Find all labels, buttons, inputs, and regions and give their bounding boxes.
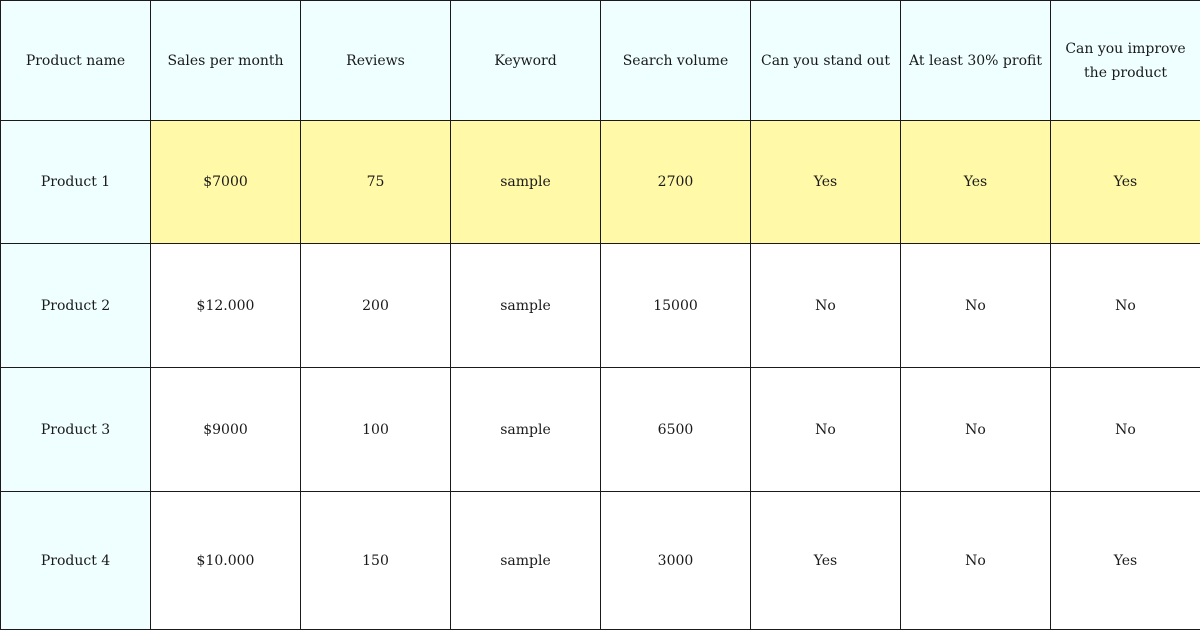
- reviews-cell: 75: [300, 120, 451, 244]
- product-name-cell: Product 2: [0, 243, 151, 368]
- profit-cell: Yes: [900, 120, 1051, 244]
- sales-cell: $9000: [150, 367, 301, 492]
- header-keyword: Keyword: [450, 0, 601, 121]
- keyword-cell: sample: [450, 367, 601, 492]
- table-row: Product 3 $9000 100 sample 6500 No No No: [0, 367, 1200, 492]
- header-search-volume: Search volume: [600, 0, 751, 121]
- keyword-cell: sample: [450, 243, 601, 368]
- header-sales-per-month: Sales per month: [150, 0, 301, 121]
- product-name-cell: Product 3: [0, 367, 151, 492]
- profit-cell: No: [900, 491, 1051, 630]
- header-can-you-stand-out: Can you stand out: [750, 0, 901, 121]
- stand-out-cell: No: [750, 367, 901, 492]
- search-volume-cell: 15000: [600, 243, 751, 368]
- header-at-least-30-profit: At least 30% profit: [900, 0, 1051, 121]
- table-row: Product 4 $10.000 150 sample 3000 Yes No…: [0, 491, 1200, 630]
- header-reviews: Reviews: [300, 0, 451, 121]
- header-can-you-improve: Can you improve the product: [1050, 0, 1200, 121]
- stand-out-cell: Yes: [750, 491, 901, 630]
- improve-cell: No: [1050, 243, 1200, 368]
- improve-cell: Yes: [1050, 120, 1200, 244]
- reviews-cell: 100: [300, 367, 451, 492]
- table-row: Product 2 $12.000 200 sample 15000 No No…: [0, 243, 1200, 368]
- search-volume-cell: 3000: [600, 491, 751, 630]
- keyword-cell: sample: [450, 120, 601, 244]
- sales-cell: $12.000: [150, 243, 301, 368]
- search-volume-cell: 6500: [600, 367, 751, 492]
- sales-cell: $10.000: [150, 491, 301, 630]
- profit-cell: No: [900, 367, 1051, 492]
- reviews-cell: 150: [300, 491, 451, 630]
- stand-out-cell: Yes: [750, 120, 901, 244]
- table-row: Product 1 $7000 75 sample 2700 Yes Yes Y…: [0, 120, 1200, 244]
- search-volume-cell: 2700: [600, 120, 751, 244]
- product-name-cell: Product 1: [0, 120, 151, 244]
- sales-cell: $7000: [150, 120, 301, 244]
- product-comparison-table: Product name Sales per month Reviews Key…: [0, 0, 1200, 630]
- profit-cell: No: [900, 243, 1051, 368]
- keyword-cell: sample: [450, 491, 601, 630]
- reviews-cell: 200: [300, 243, 451, 368]
- stand-out-cell: No: [750, 243, 901, 368]
- header-product-name: Product name: [0, 0, 151, 121]
- header-row: Product name Sales per month Reviews Key…: [0, 0, 1200, 121]
- improve-cell: No: [1050, 367, 1200, 492]
- product-name-cell: Product 4: [0, 491, 151, 630]
- improve-cell: Yes: [1050, 491, 1200, 630]
